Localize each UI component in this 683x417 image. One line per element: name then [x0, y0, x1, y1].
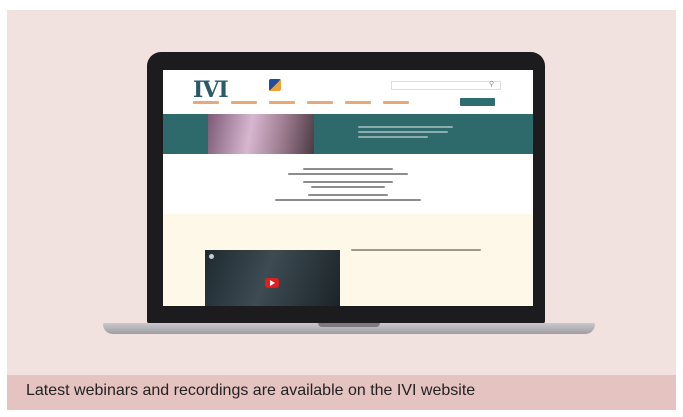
series-text-line: [275, 199, 421, 201]
hero-photo: [208, 114, 314, 154]
series-text-line: [288, 173, 408, 175]
nav-item[interactable]: [193, 101, 219, 104]
laptop-screen: IVI ⚲: [163, 70, 533, 306]
video-caption-line: [351, 249, 481, 251]
series-text-line: [311, 186, 385, 188]
caption-text: Latest webinars and recordings are avail…: [26, 382, 476, 399]
series-text-line: [303, 181, 393, 183]
channel-avatar-icon: [209, 254, 214, 259]
webinar-series-section: [163, 154, 533, 214]
main-nav: [193, 101, 409, 104]
partner-logo-icon: [269, 79, 281, 91]
nav-item[interactable]: [307, 101, 333, 104]
series-text-line: [303, 168, 393, 170]
hero-text-line: [358, 131, 448, 133]
nav-item[interactable]: [231, 101, 257, 104]
series-text-line: [308, 194, 388, 196]
nav-item[interactable]: [383, 101, 409, 104]
login-button[interactable]: [460, 98, 495, 106]
search-icon[interactable]: ⚲: [489, 80, 494, 88]
nav-item[interactable]: [269, 101, 295, 104]
nav-item[interactable]: [345, 101, 371, 104]
play-icon[interactable]: [265, 278, 279, 288]
ivi-logo[interactable]: IVI: [193, 77, 229, 103]
hero-text-line: [358, 136, 428, 138]
laptop-notch: [318, 323, 380, 327]
hero-text-line: [358, 126, 453, 128]
search-input[interactable]: [391, 81, 501, 90]
